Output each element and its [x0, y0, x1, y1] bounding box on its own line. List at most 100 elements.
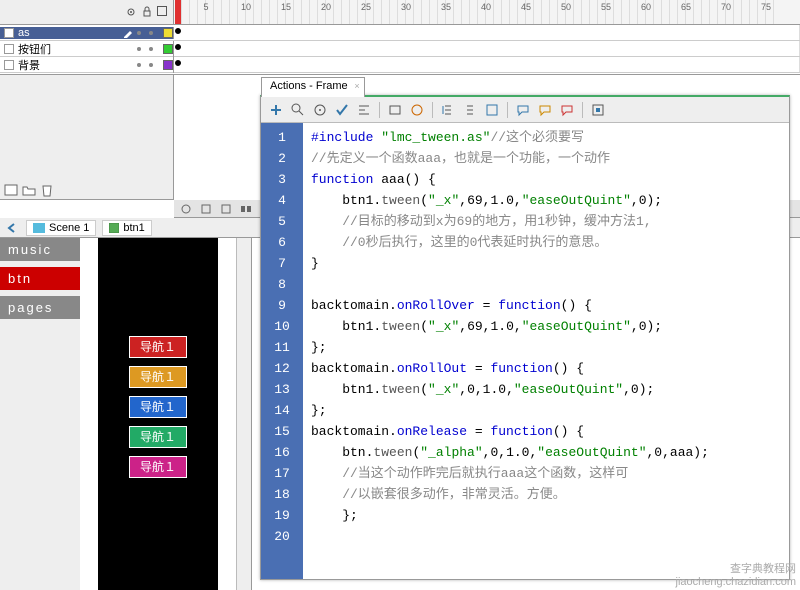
- ruler-tick: 25: [361, 2, 371, 12]
- outline-icon[interactable]: [157, 6, 167, 16]
- onion-outline-icon[interactable]: [220, 203, 232, 215]
- actions-toolbar: [261, 97, 789, 123]
- line-number: 16: [261, 442, 303, 463]
- close-icon[interactable]: ×: [354, 81, 359, 91]
- onion-skin-icon[interactable]: [200, 203, 212, 215]
- symbol-label: btn1: [123, 222, 144, 234]
- find-icon[interactable]: [291, 103, 305, 117]
- back-arrow-icon[interactable]: [6, 222, 20, 234]
- line-number: 6: [261, 232, 303, 253]
- layer-name: as: [18, 27, 119, 39]
- code-hint-icon[interactable]: [388, 103, 402, 117]
- scene-icon: [33, 223, 45, 233]
- script-assist-icon[interactable]: [591, 103, 605, 117]
- keyframe[interactable]: [175, 60, 181, 66]
- collapse-icon[interactable]: [441, 103, 455, 117]
- line-number: 20: [261, 526, 303, 547]
- line-number: 8: [261, 274, 303, 295]
- nav-button[interactable]: 导航１: [129, 366, 187, 388]
- layers-panel-empty: [0, 75, 174, 200]
- library-panel: music btn pages: [0, 238, 80, 590]
- lib-folder-btn[interactable]: btn: [0, 267, 80, 290]
- eye-icon[interactable]: [125, 6, 137, 18]
- check-syntax-icon[interactable]: [335, 103, 349, 117]
- ruler-tick: 40: [481, 2, 491, 12]
- ruler-tick: 35: [441, 2, 451, 12]
- line-number: 3: [261, 169, 303, 190]
- lib-folder-music[interactable]: music: [0, 238, 80, 261]
- code-editor[interactable]: #include "lmc_tween.as"//这个必须要写 //先定义一个函…: [303, 123, 789, 579]
- line-number: 18: [261, 484, 303, 505]
- debug-options-icon[interactable]: [410, 103, 424, 117]
- nav-button[interactable]: 导航１: [129, 336, 187, 358]
- ruler-tick: 55: [601, 2, 611, 12]
- line-gutter: 1234567891011121314151617181920: [261, 123, 303, 579]
- keyframe[interactable]: [175, 28, 181, 34]
- loop-icon[interactable]: [180, 203, 192, 215]
- ruler-tick: 50: [561, 2, 571, 12]
- layer-color-swatch: [163, 28, 173, 38]
- ruler-tick: 5: [203, 2, 208, 12]
- toggle-comment-icon[interactable]: [560, 103, 574, 117]
- layer-frames[interactable]: [174, 57, 800, 72]
- nav-button[interactable]: 导航１: [129, 456, 187, 478]
- layer-frames[interactable]: [174, 25, 800, 40]
- target-icon[interactable]: [313, 103, 327, 117]
- ruler-tick: 30: [401, 2, 411, 12]
- crumb-scene[interactable]: Scene 1: [26, 220, 96, 236]
- line-number: 9: [261, 295, 303, 316]
- timeline-ruler[interactable]: 51015202530354045505560657075: [174, 0, 800, 24]
- line-number: 7: [261, 253, 303, 274]
- nav-button[interactable]: 导航１: [129, 426, 187, 448]
- ruler-tick: 70: [721, 2, 731, 12]
- stage-canvas[interactable]: 导航１ 导航１ 导航１ 导航１ 导航１: [98, 238, 218, 590]
- line-number: 15: [261, 421, 303, 442]
- ruler-tick: 60: [641, 2, 651, 12]
- lib-folder-pages[interactable]: pages: [0, 296, 80, 319]
- layer-name: 按钮们: [18, 41, 133, 57]
- watermark: 查字典教程网 jiaocheng.chazidian.com: [676, 560, 796, 588]
- add-script-icon[interactable]: [269, 103, 283, 117]
- trash-icon[interactable]: [40, 183, 54, 197]
- layer-row[interactable]: as: [0, 25, 800, 41]
- line-number: 17: [261, 463, 303, 484]
- watermark-line1: 查字典教程网: [676, 560, 796, 576]
- line-number: 1: [261, 127, 303, 148]
- keyframe[interactable]: [175, 44, 181, 50]
- crumb-symbol[interactable]: btn1: [102, 220, 151, 236]
- edit-multi-icon[interactable]: [240, 203, 252, 215]
- timeline-layer-header: [0, 0, 174, 24]
- line-number: 13: [261, 379, 303, 400]
- layer-color-swatch: [163, 44, 173, 54]
- ruler-tick: 10: [241, 2, 251, 12]
- layer-type-icon: [4, 28, 14, 38]
- comment-icon[interactable]: [516, 103, 530, 117]
- line-number: 14: [261, 400, 303, 421]
- new-folder-icon[interactable]: [22, 183, 36, 197]
- auto-format-icon[interactable]: [357, 103, 371, 117]
- layer-row[interactable]: 背景: [0, 57, 800, 73]
- layer-color-swatch: [163, 60, 173, 70]
- ruler-tick: 15: [281, 2, 291, 12]
- new-layer-icon[interactable]: [4, 183, 18, 197]
- layer-row[interactable]: 按钮们: [0, 41, 800, 57]
- line-number: 19: [261, 505, 303, 526]
- expand-icon[interactable]: [463, 103, 477, 117]
- lock-icon[interactable]: [141, 6, 153, 18]
- actions-tab[interactable]: Actions - Frame ×: [261, 77, 365, 97]
- actions-panel: Actions - Frame × 1234567891011121314151…: [260, 95, 790, 580]
- stage-scrollbar[interactable]: [236, 238, 251, 590]
- code-area: 1234567891011121314151617181920 #include…: [261, 123, 789, 579]
- line-number: 2: [261, 148, 303, 169]
- layer-frames[interactable]: [174, 41, 800, 56]
- actions-tab-label: Actions - Frame: [270, 80, 348, 92]
- line-number: 5: [261, 211, 303, 232]
- ruler-tick: 65: [681, 2, 691, 12]
- apply-block-icon[interactable]: [485, 103, 499, 117]
- line-number: 4: [261, 190, 303, 211]
- line-number: 12: [261, 358, 303, 379]
- scene-label: Scene 1: [49, 222, 89, 234]
- ruler-tick: 45: [521, 2, 531, 12]
- uncomment-icon[interactable]: [538, 103, 552, 117]
- nav-button[interactable]: 导航１: [129, 396, 187, 418]
